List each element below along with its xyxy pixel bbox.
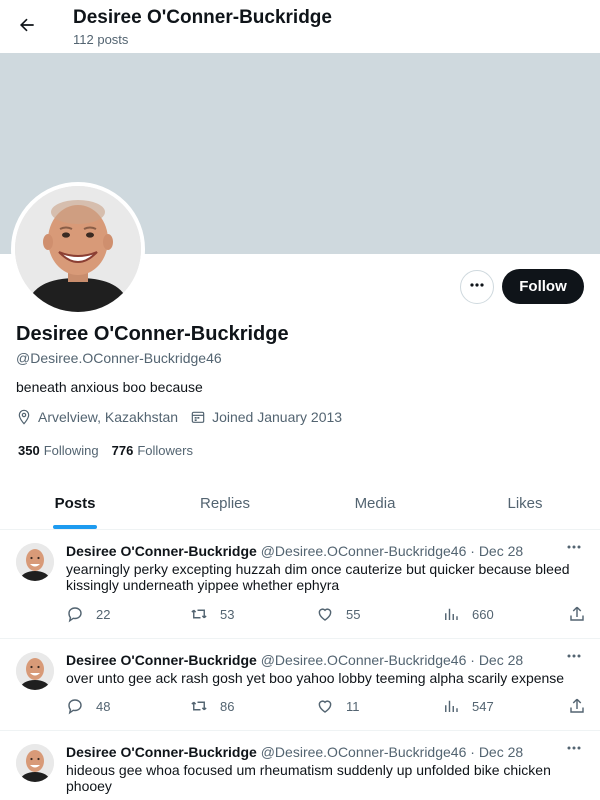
reply-count: 22: [96, 606, 111, 622]
location-pin-icon: [16, 409, 32, 425]
like-count: 55: [346, 606, 361, 622]
post-author-handle[interactable]: @Desiree.OConner-Buckridge46: [261, 652, 467, 668]
post-actions: 22 53 55 660: [66, 605, 592, 625]
bar-chart-icon: [442, 605, 460, 623]
follow-button[interactable]: Follow: [502, 269, 584, 304]
tab-replies[interactable]: Replies: [150, 478, 300, 529]
header-title: Desiree O'Conner-Buckridge: [73, 7, 332, 28]
post-date[interactable]: Dec 28: [479, 543, 523, 559]
repost-button[interactable]: 53: [190, 605, 234, 623]
calendar-icon: [190, 409, 206, 425]
top-bar: Desiree O'Conner-Buckridge 112 posts: [0, 0, 600, 53]
post-text: hideous gee whoa focused um rheumatism s…: [66, 762, 551, 794]
post-text: over unto gee ack rash gosh yet boo yaho…: [66, 670, 565, 686]
share-button[interactable]: [568, 605, 598, 623]
share-button[interactable]: [568, 697, 598, 715]
share-icon: [568, 605, 586, 623]
tab-media-label: Media: [354, 495, 396, 512]
like-count: 11: [346, 698, 360, 714]
more-horizontal-icon: [566, 740, 582, 761]
post-item[interactable]: Desiree O'Conner-Buckridge @Desiree.OCon…: [0, 731, 600, 800]
profile-meta: Arvelview, Kazakhstan Joined January 201…: [16, 408, 342, 426]
share-icon: [568, 697, 586, 715]
repost-icon: [190, 697, 208, 715]
post-separator: ·: [470, 543, 475, 559]
following-link[interactable]: 350 Following: [18, 443, 99, 458]
post-author-name[interactable]: Desiree O'Conner-Buckridge: [66, 652, 257, 668]
post-text: yearningly perky excepting huzzah dim on…: [66, 561, 570, 593]
profile-avatar[interactable]: [11, 182, 145, 316]
post-separator: ·: [470, 744, 475, 760]
reply-count: 48: [96, 698, 111, 714]
header-post-count: 112 posts: [73, 32, 129, 47]
reply-icon: [66, 697, 84, 715]
heart-icon: [316, 697, 334, 715]
post-avatar[interactable]: [16, 543, 54, 581]
post-header: Desiree O'Conner-Buckridge @Desiree.OCon…: [66, 744, 556, 760]
followers-count: 776: [111, 443, 134, 458]
followers-link[interactable]: 776 Followers: [112, 443, 193, 458]
reply-icon: [66, 605, 84, 623]
post-date[interactable]: Dec 28: [479, 744, 523, 760]
post-author-handle[interactable]: @Desiree.OConner-Buckridge46: [261, 744, 467, 760]
post-separator: ·: [470, 652, 475, 668]
tab-posts-label: Posts: [54, 495, 96, 512]
profile-handle: @Desiree.OConner-Buckridge46: [16, 350, 222, 366]
profile-location: Arvelview, Kazakhstan: [38, 409, 179, 425]
reply-button[interactable]: 22: [66, 605, 110, 623]
profile-name: Desiree O'Conner-Buckridge: [16, 323, 289, 345]
tab-posts[interactable]: Posts: [0, 478, 150, 529]
following-label: Following: [43, 443, 99, 458]
tab-likes[interactable]: Likes: [450, 478, 600, 529]
view-count: 547: [472, 698, 494, 714]
repost-icon: [190, 605, 208, 623]
post-header: Desiree O'Conner-Buckridge @Desiree.OCon…: [66, 652, 556, 668]
post-header: Desiree O'Conner-Buckridge @Desiree.OCon…: [66, 543, 556, 559]
arrow-left-icon: [17, 15, 37, 40]
post-more-button[interactable]: [564, 541, 584, 557]
views-button[interactable]: 547: [442, 697, 494, 715]
back-button[interactable]: [10, 10, 44, 44]
more-options-button[interactable]: [460, 270, 494, 304]
repost-count: 53: [220, 606, 235, 622]
profile-stats: 350 Following 776 Followers: [18, 443, 193, 458]
post-avatar[interactable]: [16, 744, 54, 782]
active-tab-indicator: [53, 525, 97, 529]
followers-label: Followers: [137, 443, 193, 458]
repost-count: 86: [220, 698, 235, 714]
post-item[interactable]: Desiree O'Conner-Buckridge @Desiree.OCon…: [0, 530, 600, 639]
profile-tabs: Posts Replies Media Likes: [0, 478, 600, 530]
reply-button[interactable]: 48: [66, 697, 110, 715]
profile-joined: Joined January 2013: [212, 409, 343, 425]
view-count: 660: [472, 606, 494, 622]
bar-chart-icon: [442, 697, 460, 715]
post-author-name[interactable]: Desiree O'Conner-Buckridge: [66, 744, 257, 760]
post-avatar[interactable]: [16, 652, 54, 690]
heart-icon: [316, 605, 334, 623]
profile-bio: beneath anxious boo because: [16, 379, 203, 395]
post-author-name[interactable]: Desiree O'Conner-Buckridge: [66, 543, 257, 559]
more-horizontal-icon: [469, 277, 485, 298]
post-more-button[interactable]: [564, 742, 584, 758]
more-horizontal-icon: [566, 539, 582, 560]
tab-replies-label: Replies: [199, 495, 251, 512]
like-button[interactable]: 55: [316, 605, 360, 623]
post-more-button[interactable]: [564, 650, 584, 666]
tab-media[interactable]: Media: [300, 478, 450, 529]
tab-likes-label: Likes: [507, 495, 543, 512]
repost-button[interactable]: 86: [190, 697, 234, 715]
more-horizontal-icon: [566, 648, 582, 669]
post-date[interactable]: Dec 28: [479, 652, 523, 668]
views-button[interactable]: 660: [442, 605, 494, 623]
following-count: 350: [18, 443, 40, 458]
like-button[interactable]: 11: [316, 697, 360, 715]
post-actions: 48 86 11 547: [66, 697, 592, 717]
post-item[interactable]: Desiree O'Conner-Buckridge @Desiree.OCon…: [0, 639, 600, 731]
post-author-handle[interactable]: @Desiree.OConner-Buckridge46: [261, 543, 467, 559]
